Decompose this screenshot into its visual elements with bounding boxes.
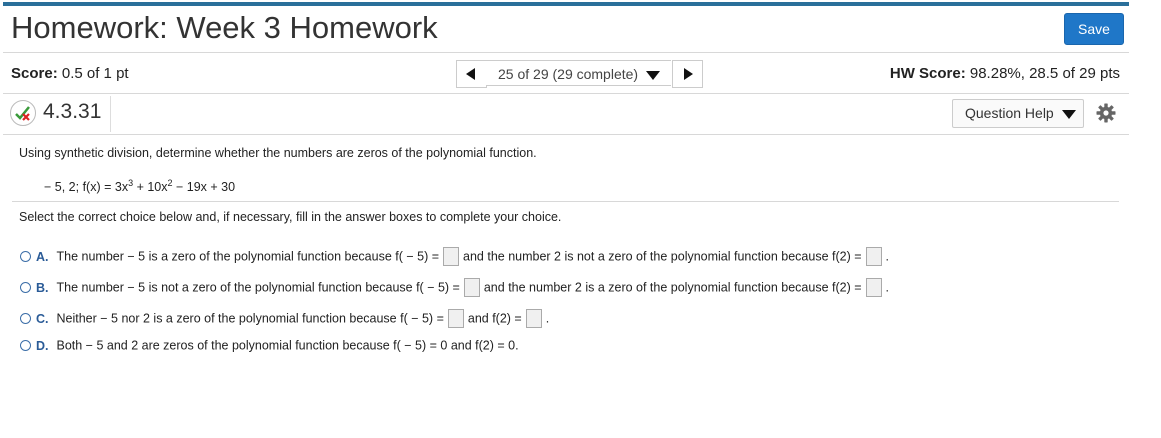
choice-letter: C.	[36, 311, 49, 326]
previous-question-button[interactable]	[456, 60, 487, 88]
choice-text: The number − 5 is not a zero of the poly…	[56, 280, 460, 295]
choice-a[interactable]: A. The number − 5 is a zero of the polyno…	[20, 247, 889, 269]
divider	[3, 52, 1129, 53]
question-help-dropdown[interactable]: Question Help	[952, 99, 1084, 128]
choice-text: The number − 5 is a zero of the polynomi…	[56, 249, 440, 264]
choice-b[interactable]: B. The number − 5 is not a zero of the po…	[20, 278, 889, 300]
choice-letter: D.	[36, 338, 49, 353]
chevron-down-icon	[645, 70, 660, 80]
page-title: Homework: Week 3 Homework	[11, 10, 438, 45]
question-number: 4.3.31	[43, 100, 102, 123]
choice-c-radio[interactable]	[20, 313, 31, 324]
top-accent-bar	[3, 2, 1129, 6]
poly-part: − 19x + 30	[172, 180, 236, 195]
question-navigator-dropdown[interactable]: 25 of 29 (29 complete)	[486, 60, 671, 86]
poly-part: + 10x	[133, 180, 168, 195]
hw-score-display: HW Score: 98.28%, 28.5 of 29 pts	[890, 65, 1120, 82]
choice-text: and f(2) =	[467, 311, 522, 326]
choice-b-radio[interactable]	[20, 282, 31, 293]
divider	[110, 96, 111, 132]
choice-letter: A.	[36, 249, 49, 264]
divider	[12, 201, 1119, 202]
divider	[3, 134, 1129, 135]
hw-score-label: HW Score:	[889, 65, 966, 82]
choice-text: Both − 5 and 2 are zeros of the polynomi…	[56, 338, 519, 353]
hw-score-value: 98.28%, 28.5 of 29 pts	[969, 65, 1120, 82]
answer-box[interactable]	[463, 278, 480, 297]
choice-d[interactable]: D. Both − 5 and 2 are zeros of the polyno…	[20, 338, 519, 360]
partial-credit-icon	[10, 100, 36, 126]
gear-icon[interactable]	[1096, 103, 1116, 123]
score-label: Score:	[11, 65, 58, 82]
answer-box[interactable]	[865, 278, 882, 297]
chevron-down-icon	[1061, 109, 1076, 119]
score-display: Score: 0.5 of 1 pt	[11, 65, 129, 82]
choice-c[interactable]: C. Neither − 5 nor 2 is a zero of the pol…	[20, 309, 549, 331]
divider	[3, 93, 1129, 94]
choice-text: and the number 2 is a zero of the polyno…	[483, 280, 862, 295]
question-help-label: Question Help	[965, 105, 1054, 121]
question-instruction: Using synthetic division, determine whet…	[19, 146, 537, 160]
choice-a-radio[interactable]	[20, 251, 31, 262]
choice-text: .	[885, 249, 890, 264]
choice-text: and the number 2 is not a zero of the po…	[463, 249, 862, 264]
polynomial-expression: − 5, 2; f(x) = 3x3 + 10x2 − 19x + 30	[44, 178, 235, 194]
save-button[interactable]: Save	[1064, 13, 1124, 45]
answer-box[interactable]	[443, 247, 460, 266]
choice-text: .	[545, 311, 550, 326]
answer-box[interactable]	[447, 309, 464, 328]
select-prompt: Select the correct choice below and, if …	[19, 210, 562, 224]
choice-letter: B.	[36, 280, 49, 295]
answer-box[interactable]	[865, 247, 882, 266]
next-question-button[interactable]	[672, 60, 703, 88]
answer-box[interactable]	[525, 309, 542, 328]
choice-text: .	[885, 280, 889, 295]
poly-part: − 5, 2; f(x) = 3x	[44, 180, 129, 195]
choice-text: Neither − 5 nor 2 is a zero of the polyn…	[56, 311, 444, 326]
question-navigator-label: 25 of 29 (29 complete)	[498, 66, 639, 82]
score-value: 0.5 of 1 pt	[61, 65, 129, 82]
choice-d-radio[interactable]	[20, 340, 31, 352]
